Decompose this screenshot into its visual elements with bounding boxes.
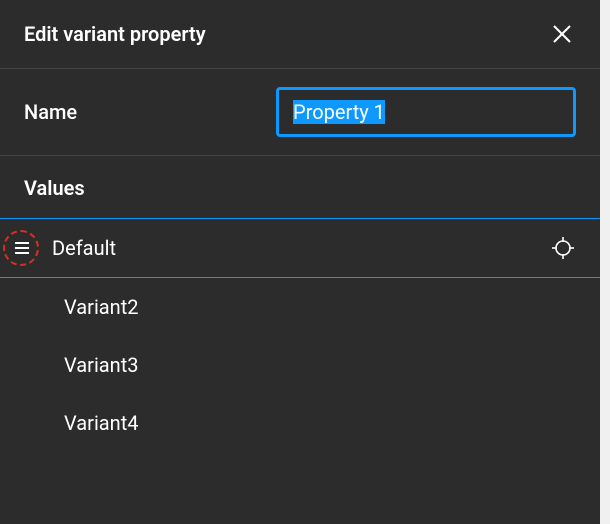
- drag-handle[interactable]: [12, 238, 32, 258]
- edit-variant-panel: Edit variant property Name Values: [0, 0, 600, 524]
- values-list: Default Variant2 Variant3: [0, 218, 600, 452]
- values-label: Values: [24, 176, 576, 200]
- close-icon: [551, 23, 573, 45]
- value-row[interactable]: Variant4: [0, 394, 600, 452]
- drag-icon: [15, 242, 29, 254]
- value-row[interactable]: Variant2: [0, 278, 600, 336]
- value-row[interactable]: Variant3: [0, 336, 600, 394]
- values-section: Values Default: [0, 156, 600, 452]
- value-label: Variant2: [64, 295, 576, 319]
- name-section: Name: [0, 69, 600, 156]
- value-label: Variant4: [64, 411, 576, 435]
- value-row[interactable]: Default: [0, 218, 600, 278]
- property-name-input[interactable]: [276, 87, 576, 137]
- close-button[interactable]: [548, 20, 576, 48]
- panel-title: Edit variant property: [24, 22, 206, 46]
- target-button[interactable]: [550, 235, 576, 261]
- value-label: Default: [52, 236, 550, 260]
- value-label: Variant3: [64, 353, 576, 377]
- target-icon: [551, 236, 575, 260]
- panel-header: Edit variant property: [0, 0, 600, 69]
- name-label: Name: [24, 100, 77, 124]
